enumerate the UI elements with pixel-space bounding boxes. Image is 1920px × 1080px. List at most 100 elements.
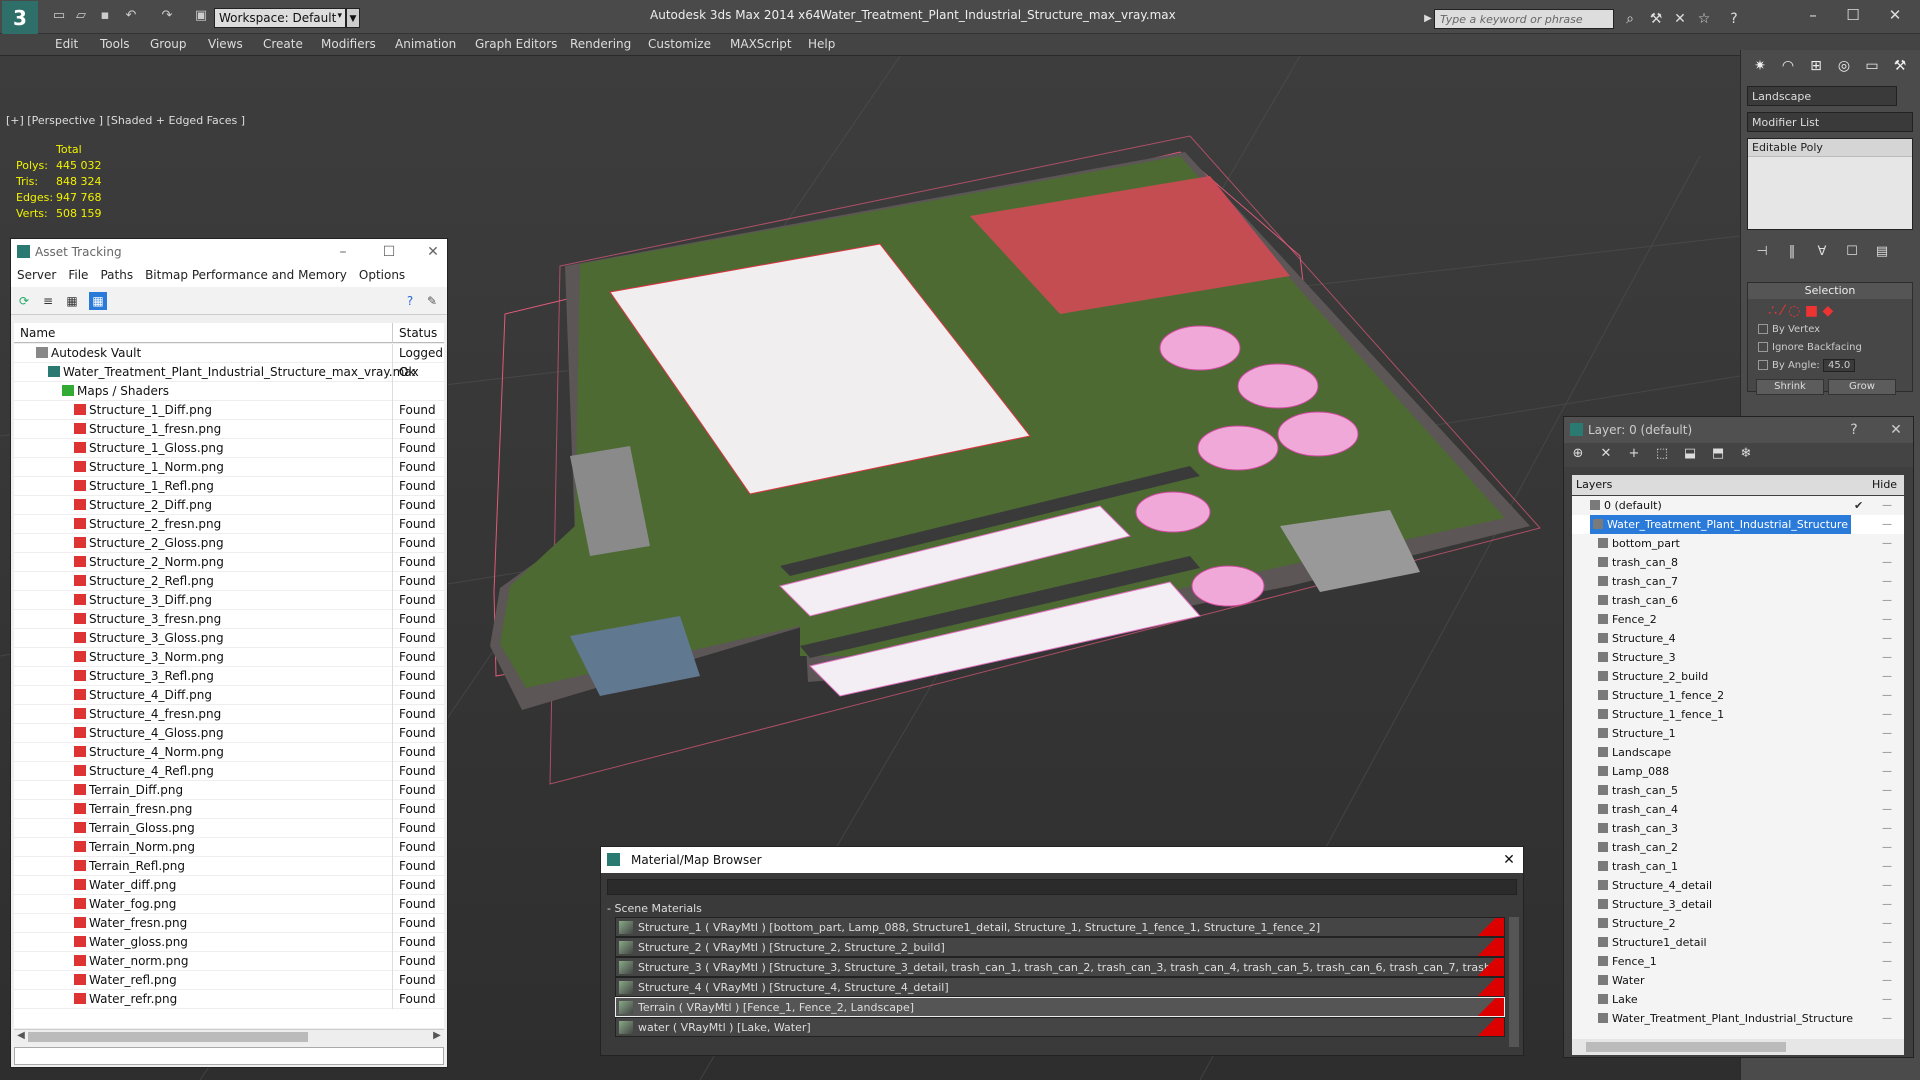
project-folder-icon[interactable]: ▣: [192, 7, 210, 25]
edge-icon[interactable]: ⁄: [1781, 303, 1783, 319]
hide-toggle-icon[interactable]: —: [1882, 705, 1892, 724]
asset-row[interactable]: Structure_1_Norm.png Found: [14, 458, 444, 477]
scroll-left-icon[interactable]: ◀: [14, 1030, 28, 1041]
favorites-star-icon[interactable]: ☆: [1694, 9, 1714, 29]
asset-row[interactable]: Structure_2_Norm.png Found: [14, 553, 444, 572]
active-layer-check-icon[interactable]: ✔: [1854, 496, 1863, 515]
ignore-backfacing-checkbox[interactable]: Ignore Backfacing: [1748, 341, 1912, 359]
communication-icon[interactable]: ✕: [1670, 9, 1690, 29]
workspace-menu-button[interactable]: ▼: [346, 8, 360, 28]
asset-row[interactable]: Structure_2_fresn.png Found: [14, 515, 444, 534]
hide-toggle-icon[interactable]: —: [1882, 800, 1892, 819]
hide-toggle-icon[interactable]: —: [1882, 819, 1892, 838]
open-file-icon[interactable]: ▱: [72, 7, 90, 25]
app-logo-icon[interactable]: 3: [2, 1, 38, 37]
remove-modifier-icon[interactable]: ☐: [1837, 244, 1867, 259]
menu-tools[interactable]: Tools: [100, 37, 130, 51]
asset-row[interactable]: Structure_4_Diff.png Found: [14, 686, 444, 705]
layer-row[interactable]: Structure_2_build —: [1572, 667, 1904, 686]
asset-row[interactable]: Structure_4_Refl.png Found: [14, 762, 444, 781]
asset-row[interactable]: Structure_4_Norm.png Found: [14, 743, 444, 762]
layer-row[interactable]: Structure_3 —: [1572, 648, 1904, 667]
asset-row[interactable]: Structure_3_Diff.png Found: [14, 591, 444, 610]
menu-graph-editors[interactable]: Graph Editors: [475, 37, 557, 51]
hide-toggle-icon[interactable]: —: [1882, 534, 1892, 553]
list-view-icon[interactable]: ≡: [39, 292, 57, 310]
hide-toggle-icon[interactable]: —: [1882, 648, 1892, 667]
layer-row[interactable]: Structure1_detail —: [1572, 933, 1904, 952]
layer-row[interactable]: trash_can_8 —: [1572, 553, 1904, 572]
hide-toggle-icon[interactable]: —: [1882, 971, 1892, 990]
hide-toggle-icon[interactable]: —: [1882, 762, 1892, 781]
object-name-field[interactable]: Landscape: [1747, 86, 1897, 106]
layer-row[interactable]: Structure_2 —: [1572, 914, 1904, 933]
asset-row[interactable]: Structure_3_Gloss.png Found: [14, 629, 444, 648]
hide-toggle-icon[interactable]: —: [1882, 553, 1892, 572]
menu-group[interactable]: Group: [150, 37, 187, 51]
hide-toggle-icon[interactable]: —: [1882, 686, 1892, 705]
column-layers[interactable]: Layers: [1576, 478, 1612, 491]
workspace-dropdown[interactable]: Workspace: Default ▾: [214, 8, 346, 28]
asset-row[interactable]: Structure_2_Refl.png Found: [14, 572, 444, 591]
scroll-thumb[interactable]: [1586, 1042, 1786, 1052]
layer-row[interactable]: Water_Treatment_Plant_Industrial_Structu…: [1572, 1009, 1904, 1028]
asset-row[interactable]: Structure_2_Diff.png Found: [14, 496, 444, 515]
material-row[interactable]: water ( VRayMtl ) [Lake, Water]: [615, 1017, 1505, 1037]
by-angle-checkbox[interactable]: By Angle: 45.0: [1748, 359, 1912, 377]
menu-server[interactable]: Server: [17, 268, 56, 282]
hide-toggle-icon[interactable]: —: [1882, 1009, 1892, 1028]
keyword-search-input[interactable]: Type a keyword or phrase: [1434, 9, 1614, 29]
menu-file[interactable]: File: [68, 268, 88, 282]
layer-row[interactable]: Structure_1 —: [1572, 724, 1904, 743]
new-file-icon[interactable]: ▭: [50, 7, 68, 25]
layer-row[interactable]: Structure_3_detail —: [1572, 895, 1904, 914]
hide-toggle-icon[interactable]: —: [1882, 743, 1892, 762]
menu-paths[interactable]: Paths: [100, 268, 133, 282]
shrink-button[interactable]: Shrink: [1756, 379, 1824, 395]
show-end-result-icon[interactable]: ‖: [1777, 244, 1807, 259]
close-icon[interactable]: ✕: [419, 239, 447, 265]
grow-button[interactable]: Grow: [1828, 379, 1896, 395]
hide-toggle-icon[interactable]: —: [1882, 591, 1892, 610]
hide-all-icon[interactable]: ⬒: [1708, 446, 1728, 464]
asset-row[interactable]: Structure_3_fresn.png Found: [14, 610, 444, 629]
material-search-input[interactable]: [607, 879, 1517, 895]
material-row[interactable]: Structure_2 ( VRayMtl ) [Structure_2, St…: [615, 937, 1505, 957]
hide-toggle-icon[interactable]: —: [1882, 781, 1892, 800]
delete-layer-icon[interactable]: ✕: [1596, 446, 1616, 464]
asset-row[interactable]: Water_diff.png Found: [14, 876, 444, 895]
hide-toggle-icon[interactable]: —: [1882, 876, 1892, 895]
layer-row[interactable]: trash_can_7 —: [1572, 572, 1904, 591]
menu-options[interactable]: Options: [359, 268, 405, 282]
close-icon[interactable]: ✕: [1495, 847, 1523, 873]
save-icon[interactable]: ▪: [96, 7, 114, 25]
minimize-icon[interactable]: –: [329, 239, 357, 265]
menu-views[interactable]: Views: [208, 37, 243, 51]
element-icon[interactable]: ◆: [1823, 303, 1834, 319]
material-row[interactable]: Structure_1 ( VRayMtl ) [bottom_part, La…: [615, 917, 1505, 937]
asset-row[interactable]: Terrain_Gloss.png Found: [14, 819, 444, 838]
utilities-tab-icon[interactable]: ⚒: [1887, 54, 1913, 78]
select-objects-icon[interactable]: ⬚: [1652, 446, 1672, 464]
asset-row[interactable]: Structure_1_Diff.png Found: [14, 401, 444, 420]
angle-spinner[interactable]: 45.0: [1822, 359, 1856, 372]
viewport-label[interactable]: [+] [Perspective ] [Shaded + Edged Faces…: [6, 114, 245, 127]
maximize-icon[interactable]: ☐: [375, 239, 403, 265]
settings-icon[interactable]: ✎: [423, 292, 441, 310]
material-row[interactable]: Terrain ( VRayMtl ) [Fence_1, Fence_2, L…: [615, 997, 1505, 1017]
hide-toggle-icon[interactable]: —: [1882, 610, 1892, 629]
help-icon[interactable]: ?: [1840, 417, 1868, 443]
hide-toggle-icon[interactable]: —: [1882, 914, 1892, 933]
redo-icon[interactable]: ↷: [158, 7, 176, 25]
thumbnail-view-icon[interactable]: ▦: [63, 292, 81, 310]
binoculars-icon[interactable]: ⌕: [1620, 9, 1640, 29]
highlight-layer-icon[interactable]: ⬓: [1680, 446, 1700, 464]
layer-row[interactable]: Fence_2 —: [1572, 610, 1904, 629]
layer-row[interactable]: Structure_1_fence_1 —: [1572, 705, 1904, 724]
asset-row[interactable]: Structure_3_Norm.png Found: [14, 648, 444, 667]
material-scrollbar[interactable]: [1509, 917, 1519, 1047]
layer-row[interactable]: Lake —: [1572, 990, 1904, 1009]
pin-stack-icon[interactable]: ⊣: [1747, 244, 1777, 259]
close-icon[interactable]: ✕: [1880, 4, 1910, 26]
asset-row[interactable]: Water_gloss.png Found: [14, 933, 444, 952]
